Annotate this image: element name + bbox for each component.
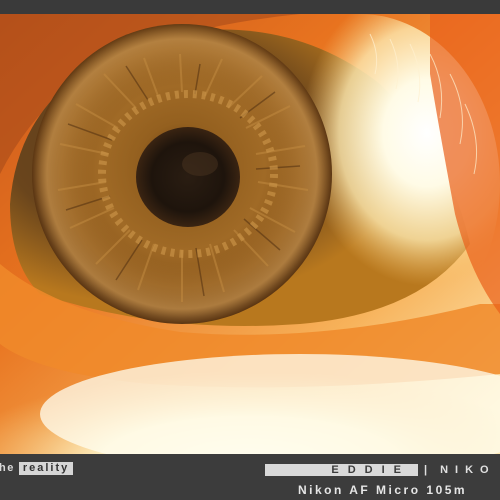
eye-macro-photo [0, 14, 500, 454]
lens-info: Nikon AF Micro 105m [298, 483, 468, 497]
tagline-prefix: he [0, 462, 15, 474]
separator: | [424, 463, 435, 476]
photo-frame: he reality EDDIE | NIKO Nikon AF Micro 1… [0, 0, 500, 500]
camera-brand: NIKO [440, 463, 496, 476]
eye-macro-icon [0, 14, 500, 454]
caption-bar: he reality EDDIE | NIKO Nikon AF Micro 1… [0, 454, 500, 500]
tagline-highlight: reality [18, 461, 74, 475]
signature: EDDIE | NIKO [265, 463, 496, 476]
tagline: he reality [0, 461, 74, 475]
photographer-name: EDDIE [265, 463, 418, 476]
top-border [0, 0, 500, 14]
